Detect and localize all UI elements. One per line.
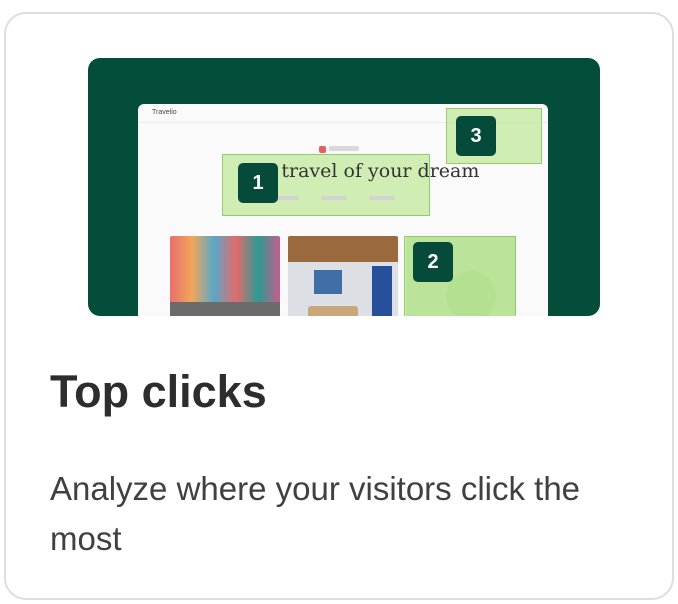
hotspot-badge-2: 2 bbox=[413, 242, 453, 282]
preview-photo-house bbox=[288, 236, 398, 316]
card-description: Analyze where your visitors click the mo… bbox=[50, 470, 581, 557]
preview-logo-icon bbox=[319, 146, 326, 153]
card-title: Top clicks bbox=[50, 366, 267, 417]
top-clicks-card[interactable]: Travelio a travel of your dream 1 2 3 To… bbox=[4, 12, 674, 600]
preview-photo-colorful-street bbox=[170, 236, 280, 316]
preview-logo-text-placeholder bbox=[329, 146, 359, 151]
preview-brand: Travelio bbox=[152, 109, 177, 116]
heatmap-preview: Travelio a travel of your dream 1 2 3 bbox=[88, 58, 600, 316]
hotspot-badge-1: 1 bbox=[238, 163, 278, 203]
hotspot-badge-3: 3 bbox=[456, 116, 496, 156]
website-preview: Travelio a travel of your dream 1 2 3 bbox=[138, 104, 548, 316]
